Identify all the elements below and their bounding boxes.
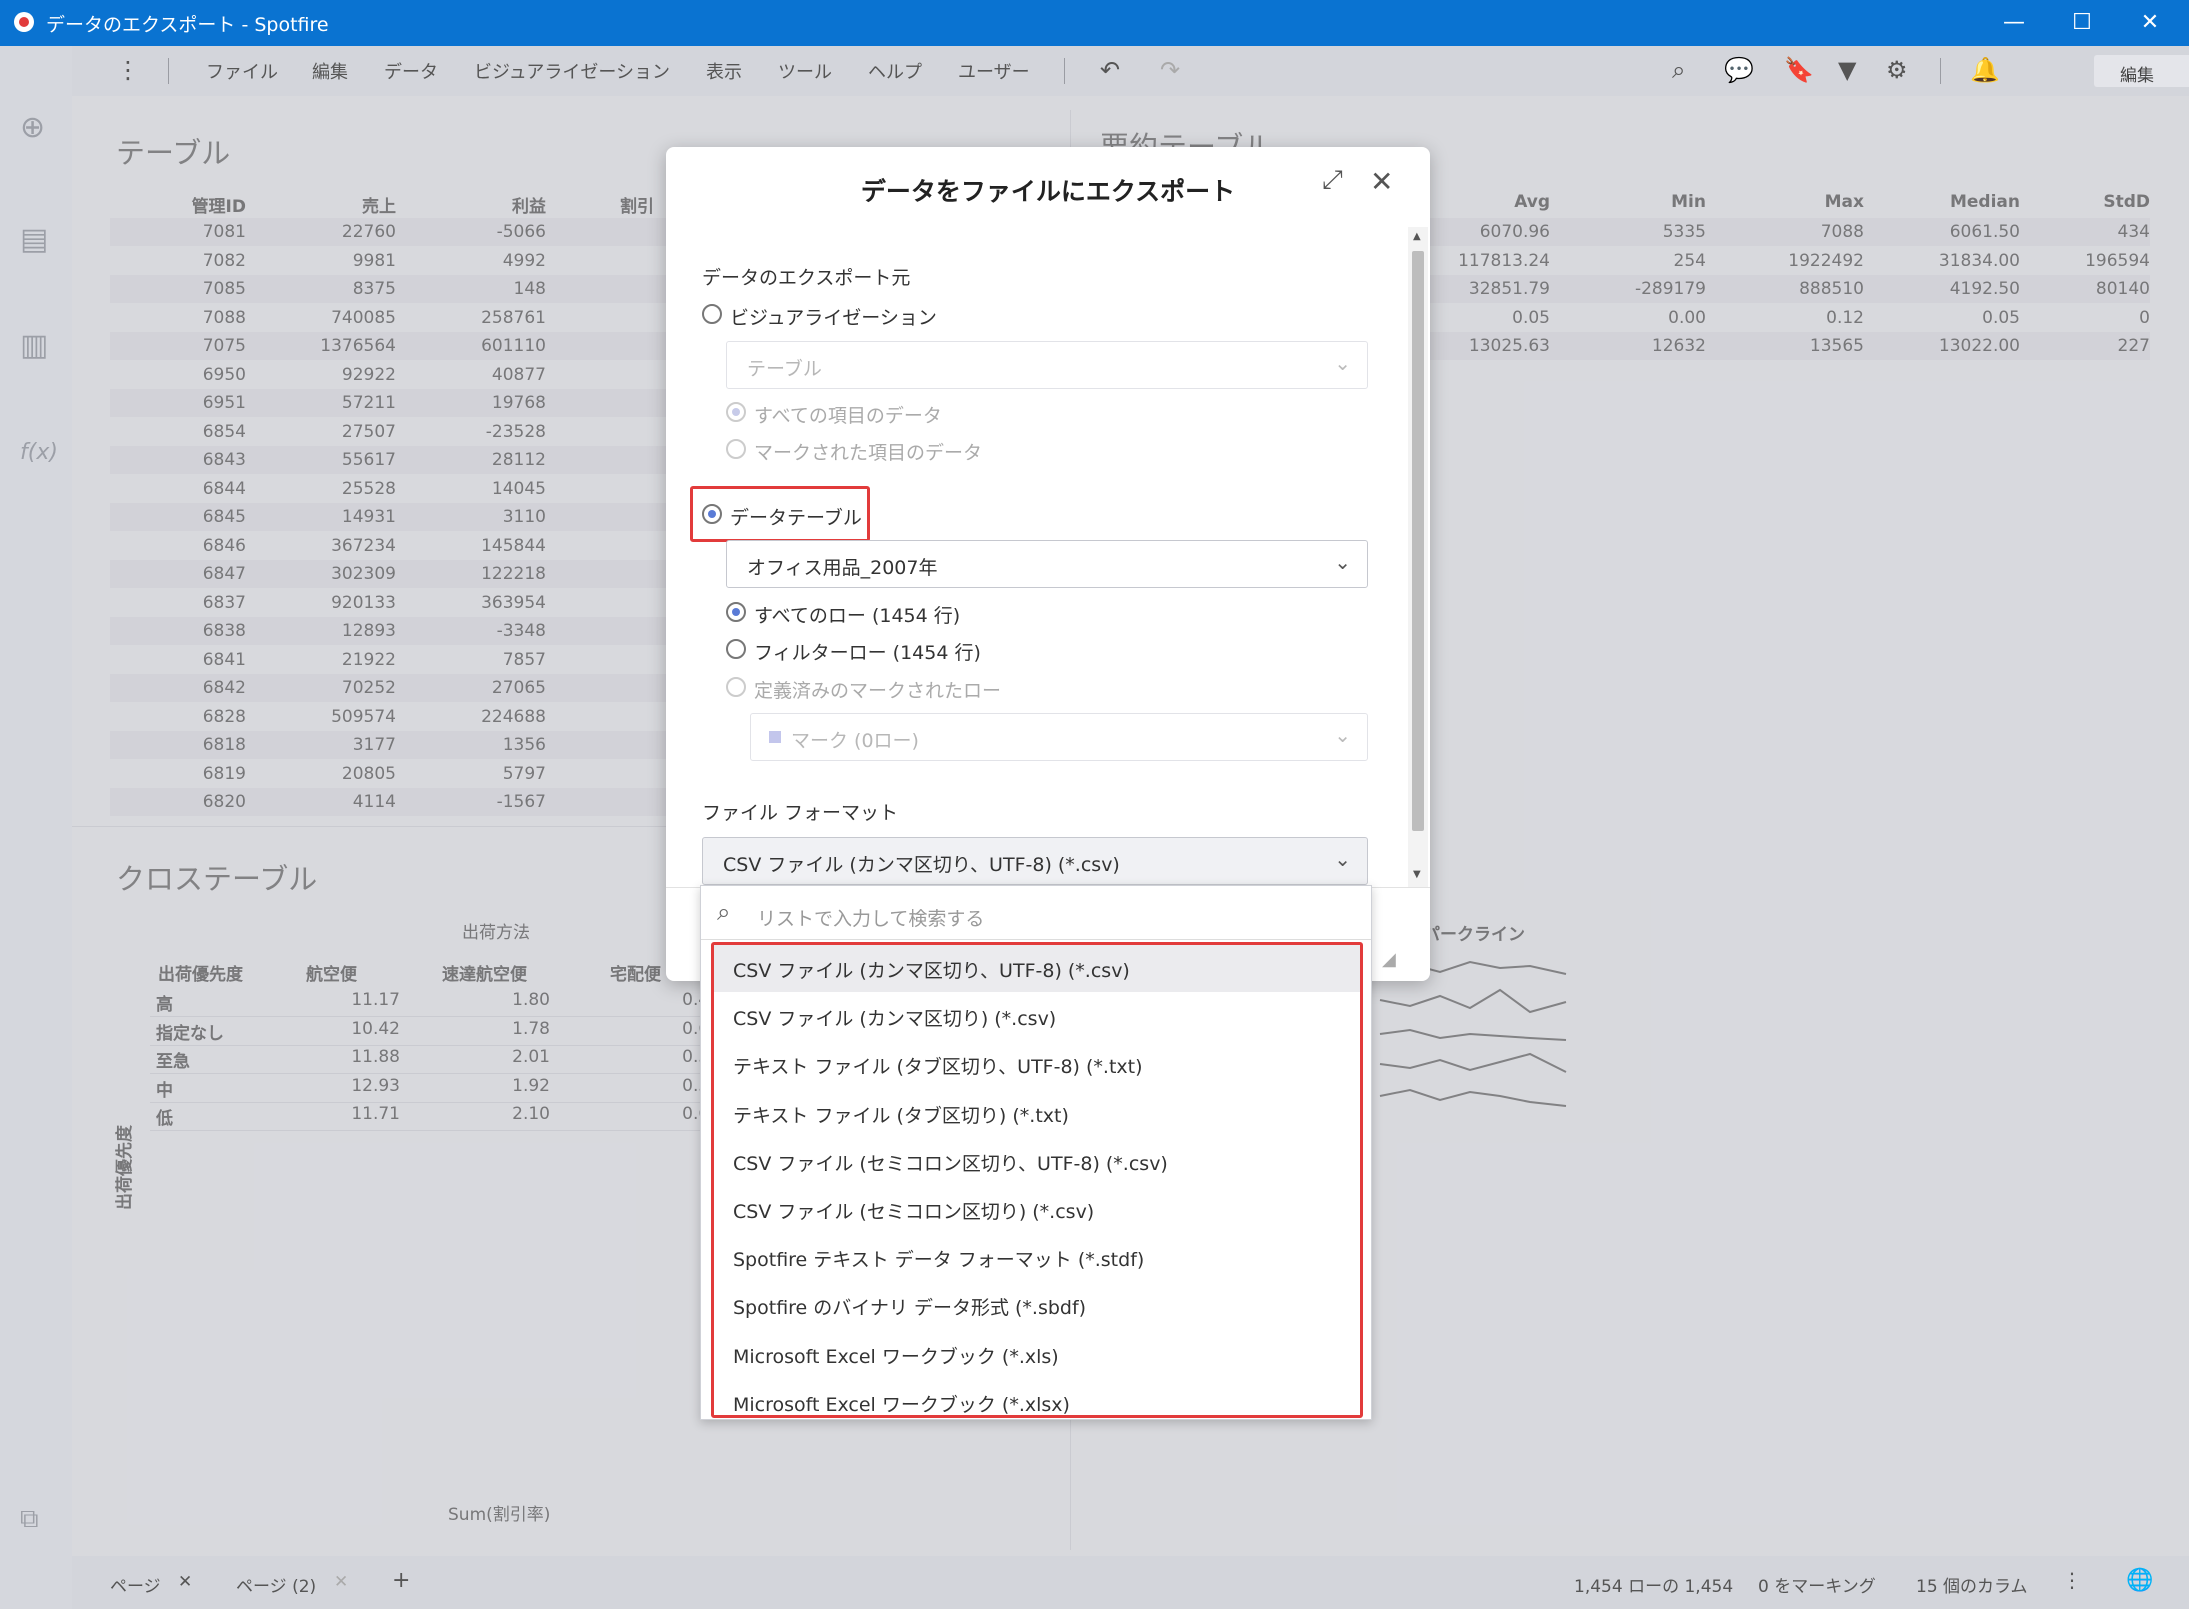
highlight-format-list <box>711 942 1363 1418</box>
data-canvas-icon[interactable]: ⧉ <box>20 1504 39 1535</box>
notification-bell-icon[interactable]: 🔔 <box>1970 56 2000 84</box>
menu-tools[interactable]: ツール <box>778 58 832 84</box>
scrollbar-thumb[interactable] <box>1412 251 1424 831</box>
menu-edit[interactable]: 編集 <box>312 58 348 84</box>
maximize-button[interactable]: ☐ <box>2052 4 2112 42</box>
close-window-button[interactable]: ✕ <box>2120 4 2180 42</box>
search-icon[interactable]: ⌕ <box>1672 56 1685 84</box>
status-bar: ページ ✕ ページ (2) ✕ + 1,454 ローの 1,454 0 をマーキ… <box>72 1556 2189 1609</box>
radio-all-items-label: すべての項目のデータ <box>754 405 942 427</box>
close-tab-2-icon[interactable]: ✕ <box>334 1572 348 1592</box>
radio-marked-rows[interactable] <box>726 677 746 697</box>
datatable-select[interactable]: オフィス用品_2007年 ⌄ <box>726 540 1368 588</box>
datatable-select-value: オフィス用品_2007年 <box>747 557 938 579</box>
menu-file[interactable]: ファイル <box>206 58 278 84</box>
radio-datatable[interactable] <box>702 504 722 524</box>
more-vertical-icon[interactable]: ⋮ <box>116 56 140 84</box>
marking-select[interactable]: マーク (0ロー) ⌄ <box>750 713 1368 761</box>
radio-all-rows[interactable] <box>726 602 746 622</box>
status-column-count: 15 個のカラム <box>1916 1577 2028 1597</box>
mode-select-value: 編集 <box>2120 66 2154 86</box>
visualization-icon[interactable]: ▥ <box>20 328 48 363</box>
expand-icon[interactable]: ⤢ <box>1322 165 1343 196</box>
bookmark-icon[interactable]: 🔖 <box>1784 56 1814 84</box>
menu-data[interactable]: データ <box>384 58 438 84</box>
redo-icon[interactable]: ↷ <box>1160 56 1180 84</box>
menu-visualization[interactable]: ビジュアライゼーション <box>474 58 670 84</box>
chevron-down-icon: ⌄ <box>1334 723 1351 747</box>
function-icon[interactable]: f(x) <box>20 440 58 465</box>
dropdown-search[interactable]: ⌕ リストで入力して検索する <box>717 898 1357 934</box>
spotfire-logo-icon <box>14 12 34 32</box>
close-icon[interactable]: ✕ <box>1370 165 1393 198</box>
page-tab-1[interactable]: ページ <box>110 1572 161 1597</box>
window-titlebar: データのエクスポート - Spotfire — ☐ ✕ <box>0 0 2189 46</box>
file-format-select[interactable]: CSV ファイル (カンマ区切り、UTF-8) (*.csv) ⌄ <box>702 837 1368 885</box>
close-tab-1-icon[interactable]: ✕ <box>178 1572 192 1592</box>
mode-select[interactable]: 編集 ⌄ <box>2094 55 2189 87</box>
menu-bar: ⋮ ファイル 編集 データ ビジュアライゼーション 表示 ツール ヘルプ ユーザ… <box>72 46 2189 96</box>
file-format-label: ファイル フォーマット <box>702 802 899 824</box>
left-rail: ⊕ ▤ ▥ f(x) ⧉ <box>0 46 72 1609</box>
data-panel-icon[interactable]: ▤ <box>20 222 48 257</box>
file-format-select-value: CSV ファイル (カンマ区切り、UTF-8) (*.csv) <box>723 854 1120 876</box>
radio-marked-items-label: マークされた項目のデータ <box>754 442 983 464</box>
menu-help[interactable]: ヘルプ <box>868 58 922 84</box>
window-title: データのエクスポート - Spotfire <box>46 14 329 36</box>
radio-visualization-label: ビジュアライゼーション <box>730 307 937 329</box>
dialog-scrollbar[interactable]: ▲ ▼ <box>1408 227 1428 887</box>
filter-icon[interactable]: ▼ <box>1838 56 1856 84</box>
chevron-down-icon: ⌄ <box>1334 351 1351 375</box>
radio-all-items[interactable] <box>726 402 746 422</box>
dialog-title: データをファイルにエクスポート <box>860 177 1236 206</box>
add-icon[interactable]: ⊕ <box>20 110 45 145</box>
resize-grip-icon[interactable]: ◢ <box>1382 949 1396 970</box>
undo-icon[interactable]: ↶ <box>1100 56 1120 84</box>
menu-view[interactable]: 表示 <box>706 58 742 84</box>
radio-marked-rows-label: 定義済みのマークされたロー <box>754 680 1002 702</box>
radio-marked-items[interactable] <box>726 439 746 459</box>
radio-filter-rows[interactable] <box>726 639 746 659</box>
radio-all-rows-label: すべてのロー (1454 行) <box>754 605 961 627</box>
chevron-down-icon: ⌄ <box>1334 847 1351 871</box>
chevron-down-icon: ⌄ <box>1334 550 1351 574</box>
add-page-icon[interactable]: + <box>392 1568 410 1593</box>
menu-user[interactable]: ユーザー <box>958 58 1030 84</box>
status-marked-count: 0 をマーキング <box>1758 1577 1876 1597</box>
visualization-select[interactable]: テーブル ⌄ <box>726 341 1368 389</box>
minimize-button[interactable]: — <box>1984 4 2044 42</box>
page-tab-2[interactable]: ページ (2) <box>236 1572 316 1597</box>
search-icon: ⌕ <box>717 898 731 926</box>
more-vertical-icon[interactable]: ⋮ <box>2062 1568 2082 1592</box>
export-dialog: データをファイルにエクスポート ⤢ ✕ データのエクスポート元 ビジュアライゼー… <box>666 147 1430 981</box>
export-from-label: データのエクスポート元 <box>702 267 911 289</box>
comments-icon[interactable]: 💬 <box>1724 56 1754 84</box>
status-row-count: 1,454 ローの 1,454 <box>1574 1577 1734 1597</box>
settings-gear-icon[interactable]: ⚙ <box>1886 56 1908 84</box>
visualization-select-value: テーブル <box>747 358 822 380</box>
dropdown-search-placeholder: リストで入力して検索する <box>757 908 985 930</box>
marking-color-swatch <box>769 731 781 743</box>
radio-visualization[interactable] <box>702 304 722 324</box>
radio-filter-rows-label: フィルターロー (1454 行) <box>754 642 981 664</box>
radio-datatable-label: データテーブル <box>730 507 862 529</box>
file-format-dropdown: ⌕ リストで入力して検索する CSV ファイル (カンマ区切り、UTF-8) (… <box>700 885 1372 1420</box>
marking-select-value: マーク (0ロー) <box>791 730 919 752</box>
globe-icon[interactable]: 🌐 <box>2126 1568 2153 1593</box>
